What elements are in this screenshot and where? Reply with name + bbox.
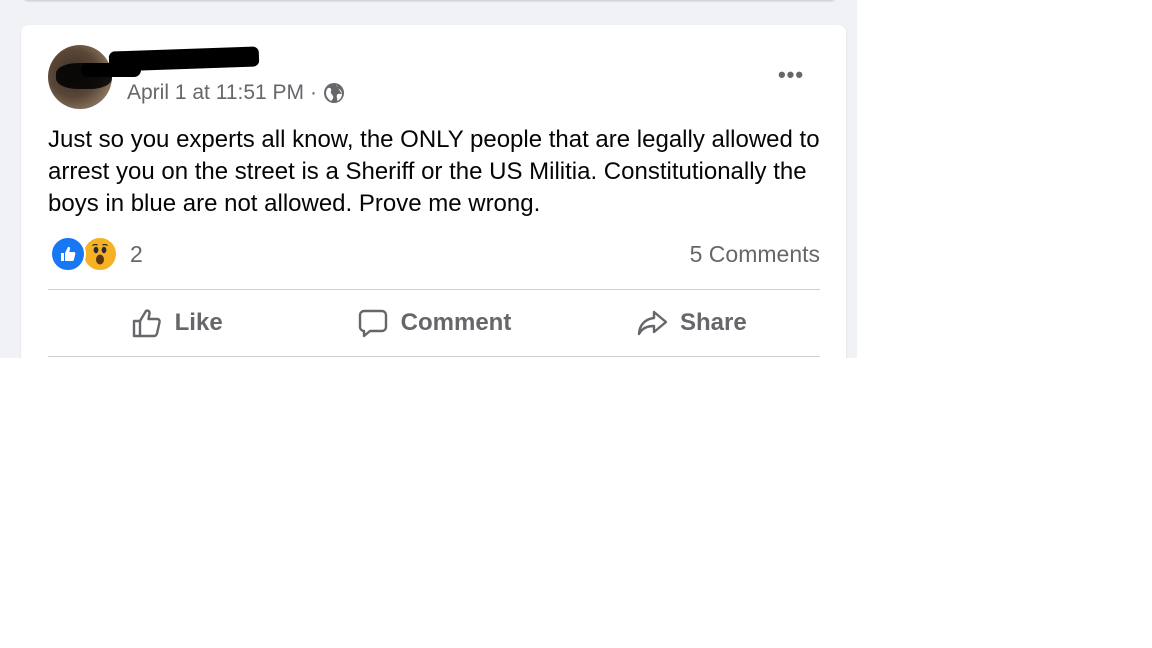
divider-bottom — [48, 356, 820, 357]
post-text: Just so you experts all know, the ONLY p… — [48, 126, 820, 217]
share-button[interactable]: Share — [563, 290, 820, 355]
more-options-icon[interactable]: ••• — [769, 62, 813, 87]
like-button[interactable]: Like — [48, 290, 305, 355]
post-actions: Like Comment Share — [48, 290, 820, 355]
globe-icon — [323, 82, 345, 104]
post-timestamp-row: April 1 at 11:51 PM · — [127, 81, 345, 105]
author-name-redaction-scribble — [81, 63, 141, 77]
share-arrow-icon — [636, 307, 668, 339]
reaction-count[interactable]: 2 — [130, 241, 143, 268]
wow-reaction-icon — [82, 236, 118, 272]
author-avatar[interactable] — [48, 45, 112, 109]
timestamp-separator: · — [310, 81, 318, 104]
like-reaction-icon — [50, 236, 86, 272]
thumbs-up-icon — [131, 307, 163, 339]
comment-label: Comment — [400, 308, 512, 336]
news-feed: April 1 at 11:51 PM · ••• Just so you ex… — [0, 0, 857, 358]
comment-button[interactable]: Comment — [305, 290, 562, 355]
post-timestamp[interactable]: April 1 at 11:51 PM — [127, 81, 304, 105]
post-card: April 1 at 11:51 PM · ••• Just so you ex… — [21, 25, 846, 358]
comment-bubble-icon — [357, 307, 389, 339]
comments-count[interactable]: 5 Comments — [690, 241, 820, 268]
share-label: Share — [679, 308, 747, 336]
like-label: Like — [174, 308, 223, 336]
reactions-summary[interactable]: 2 — [50, 236, 143, 272]
